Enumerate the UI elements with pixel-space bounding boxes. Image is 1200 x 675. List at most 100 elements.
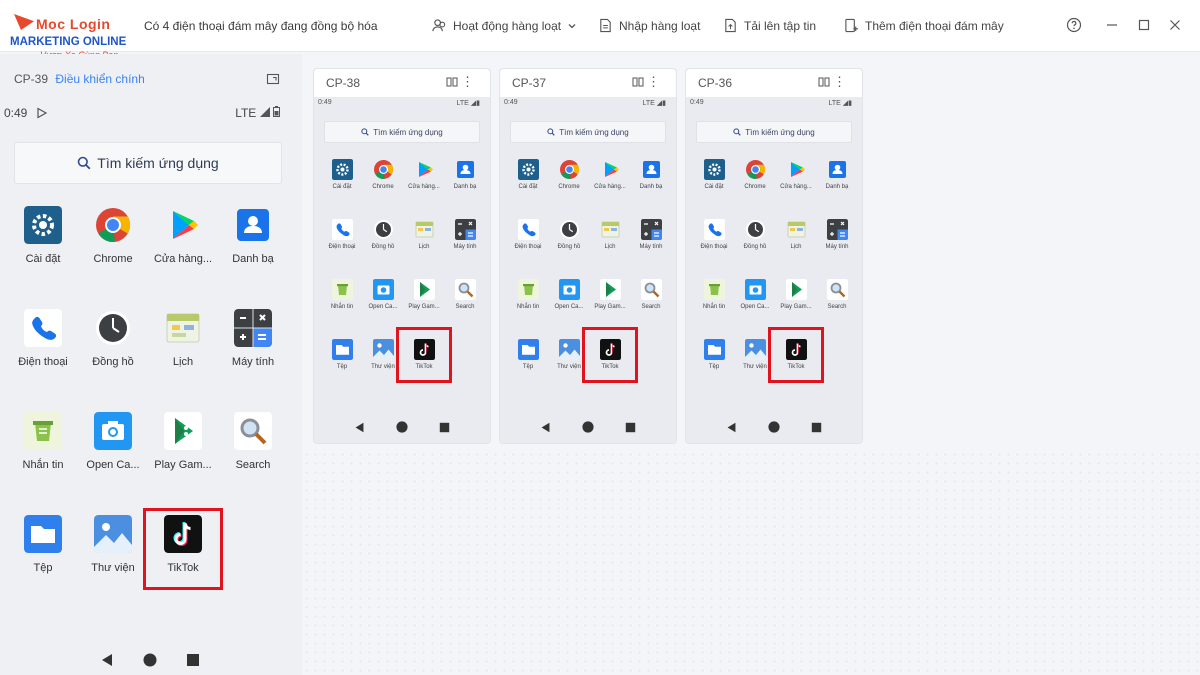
minimize-button[interactable] bbox=[1103, 16, 1121, 34]
app-tile[interactable]: Lịch bbox=[590, 219, 630, 250]
search-icon bbox=[361, 128, 370, 136]
app-tile[interactable]: Play Gam... bbox=[776, 279, 816, 310]
back-icon[interactable] bbox=[100, 653, 114, 667]
app-tile[interactable]: Chrome bbox=[549, 159, 589, 190]
app-tile[interactable]: Đồng hồ bbox=[549, 219, 589, 250]
app-search-bar[interactable]: Tìm kiếm ứng dụng bbox=[14, 142, 282, 184]
app-tile[interactable]: Máy tính bbox=[445, 219, 485, 250]
app-gallery[interactable]: Thư viện bbox=[77, 515, 149, 574]
chrome-icon bbox=[373, 160, 393, 180]
cloud-phone-card[interactable]: CP-37 ⋮ 0:49 LTE ◢▮ Tìm kiếm ứng dụng Cài đặt… bbox=[499, 68, 677, 444]
app-tile[interactable]: Danh bạ bbox=[817, 159, 857, 190]
app-tile[interactable]: Cài đặt bbox=[694, 159, 734, 190]
app-tile[interactable]: Đồng hồ bbox=[363, 219, 403, 250]
close-button[interactable] bbox=[1166, 16, 1184, 34]
app-clock[interactable]: Đồng hồ bbox=[77, 309, 149, 368]
add-cloud-phone-button[interactable]: Thêm điện thoại đám mây bbox=[844, 18, 1004, 33]
recents-icon[interactable] bbox=[811, 422, 822, 433]
control-icon[interactable] bbox=[632, 76, 644, 88]
home-icon[interactable] bbox=[582, 421, 594, 433]
app-label: Tệp bbox=[708, 364, 720, 370]
app-tile[interactable]: Danh bạ bbox=[445, 159, 485, 190]
upload-file-button[interactable]: Tải lên tập tin bbox=[723, 18, 816, 33]
back-icon[interactable] bbox=[354, 422, 365, 433]
app-tile[interactable]: Cài đặt bbox=[322, 159, 362, 190]
cloud-phone-card-header: CP-37 ⋮ bbox=[500, 69, 676, 97]
app-tile[interactable]: Tệp bbox=[322, 339, 362, 370]
app-open-camera[interactable]: Open Ca... bbox=[77, 412, 149, 471]
clock-icon bbox=[745, 220, 765, 239]
app-tile[interactable]: Open Ca... bbox=[735, 279, 775, 310]
app-tile[interactable]: Lịch bbox=[776, 219, 816, 250]
recents-icon[interactable] bbox=[186, 653, 200, 667]
app-calendar[interactable]: Lịch bbox=[147, 309, 219, 368]
app-tile[interactable]: Play Gam... bbox=[404, 279, 444, 310]
maximize-button[interactable] bbox=[1135, 16, 1153, 34]
recents-icon[interactable] bbox=[439, 422, 450, 433]
app-tile[interactable]: Cửa hàng... bbox=[590, 159, 630, 190]
app-tile[interactable]: Search bbox=[631, 279, 671, 310]
app-tile[interactable]: Điện thoại bbox=[508, 219, 548, 250]
app-messages[interactable]: Nhắn tin bbox=[7, 412, 79, 471]
app-tile[interactable]: Tệp bbox=[694, 339, 734, 370]
recents-icon[interactable] bbox=[625, 422, 636, 433]
control-icon[interactable] bbox=[818, 76, 830, 88]
calculator-icon bbox=[826, 219, 848, 240]
app-tile[interactable]: Cửa hàng... bbox=[404, 159, 444, 190]
app-tile[interactable]: Nhắn tin bbox=[322, 279, 362, 310]
app-tile[interactable]: Chrome bbox=[363, 159, 403, 190]
app-tile[interactable]: Cửa hàng... bbox=[776, 159, 816, 190]
expand-icon[interactable] bbox=[266, 72, 280, 86]
home-icon[interactable] bbox=[143, 653, 157, 667]
app-tile[interactable]: Danh bạ bbox=[631, 159, 671, 190]
files-icon bbox=[703, 339, 725, 360]
home-icon[interactable] bbox=[396, 421, 408, 433]
network-type: LTE bbox=[828, 100, 841, 107]
more-options-icon[interactable]: ⋮ bbox=[647, 74, 660, 90]
app-label: Cửa hàng... bbox=[780, 184, 812, 190]
app-tile[interactable]: Nhắn tin bbox=[694, 279, 734, 310]
app-tile[interactable]: Điện thoại bbox=[322, 219, 362, 250]
app-label: Chrome bbox=[558, 184, 580, 190]
app-settings[interactable]: Cài đặt bbox=[7, 206, 79, 265]
app-tile[interactable]: Điện thoại bbox=[694, 219, 734, 250]
app-label: Đồng hồ bbox=[92, 356, 134, 368]
bulk-import-button[interactable]: Nhập hàng loạt bbox=[598, 18, 700, 33]
app-search-bar[interactable]: Tìm kiếm ứng dụng bbox=[510, 121, 666, 143]
app-tile[interactable]: Play Gam... bbox=[590, 279, 630, 310]
control-icon[interactable] bbox=[446, 76, 458, 88]
cloud-phone-card[interactable]: CP-36 ⋮ 0:49 LTE ◢▮ Tìm kiếm ứng dụng Cài đặt… bbox=[685, 68, 863, 444]
app-tile[interactable]: Chrome bbox=[735, 159, 775, 190]
app-search-bar[interactable]: Tìm kiếm ứng dụng bbox=[324, 121, 480, 143]
app-play-games[interactable]: Play Gam... bbox=[147, 412, 219, 471]
app-tile[interactable]: Lịch bbox=[404, 219, 444, 250]
chrome-icon bbox=[96, 208, 131, 243]
app-chrome[interactable]: Chrome bbox=[77, 206, 149, 265]
home-icon[interactable] bbox=[768, 421, 780, 433]
app-search[interactable]: Search bbox=[217, 412, 289, 471]
app-phone[interactable]: Điện thoại bbox=[7, 309, 79, 368]
app-tile[interactable]: Tệp bbox=[508, 339, 548, 370]
app-contacts[interactable]: Danh bạ bbox=[217, 206, 289, 265]
app-tile[interactable]: Search bbox=[817, 279, 857, 310]
app-tile[interactable]: Cài đặt bbox=[508, 159, 548, 190]
bulk-actions-dropdown[interactable]: Hoạt động hàng loạt bbox=[432, 18, 577, 33]
cloud-phone-card[interactable]: CP-38 ⋮ 0:49 LTE ◢▮ Tìm kiếm ứng dụng Cài đặt… bbox=[313, 68, 491, 444]
app-tile[interactable]: Máy tính bbox=[631, 219, 671, 250]
more-options-icon[interactable]: ⋮ bbox=[461, 74, 474, 90]
app-tile[interactable]: Open Ca... bbox=[363, 279, 403, 310]
help-button[interactable] bbox=[1065, 16, 1083, 34]
bulk-actions-label: Hoạt động hàng loạt bbox=[453, 18, 562, 33]
app-tile[interactable]: Máy tính bbox=[817, 219, 857, 250]
back-icon[interactable] bbox=[726, 422, 737, 433]
app-calculator[interactable]: Máy tính bbox=[217, 309, 289, 368]
app-search-bar[interactable]: Tìm kiếm ứng dụng bbox=[696, 121, 852, 143]
more-options-icon[interactable]: ⋮ bbox=[833, 74, 846, 90]
back-icon[interactable] bbox=[540, 422, 551, 433]
app-files[interactable]: Tệp bbox=[7, 515, 79, 574]
app-tile[interactable]: Đồng hồ bbox=[735, 219, 775, 250]
app-play-store[interactable]: Cửa hàng... bbox=[147, 206, 219, 265]
app-tile[interactable]: Open Ca... bbox=[549, 279, 589, 310]
app-tile[interactable]: Nhắn tin bbox=[508, 279, 548, 310]
app-tile[interactable]: Search bbox=[445, 279, 485, 310]
